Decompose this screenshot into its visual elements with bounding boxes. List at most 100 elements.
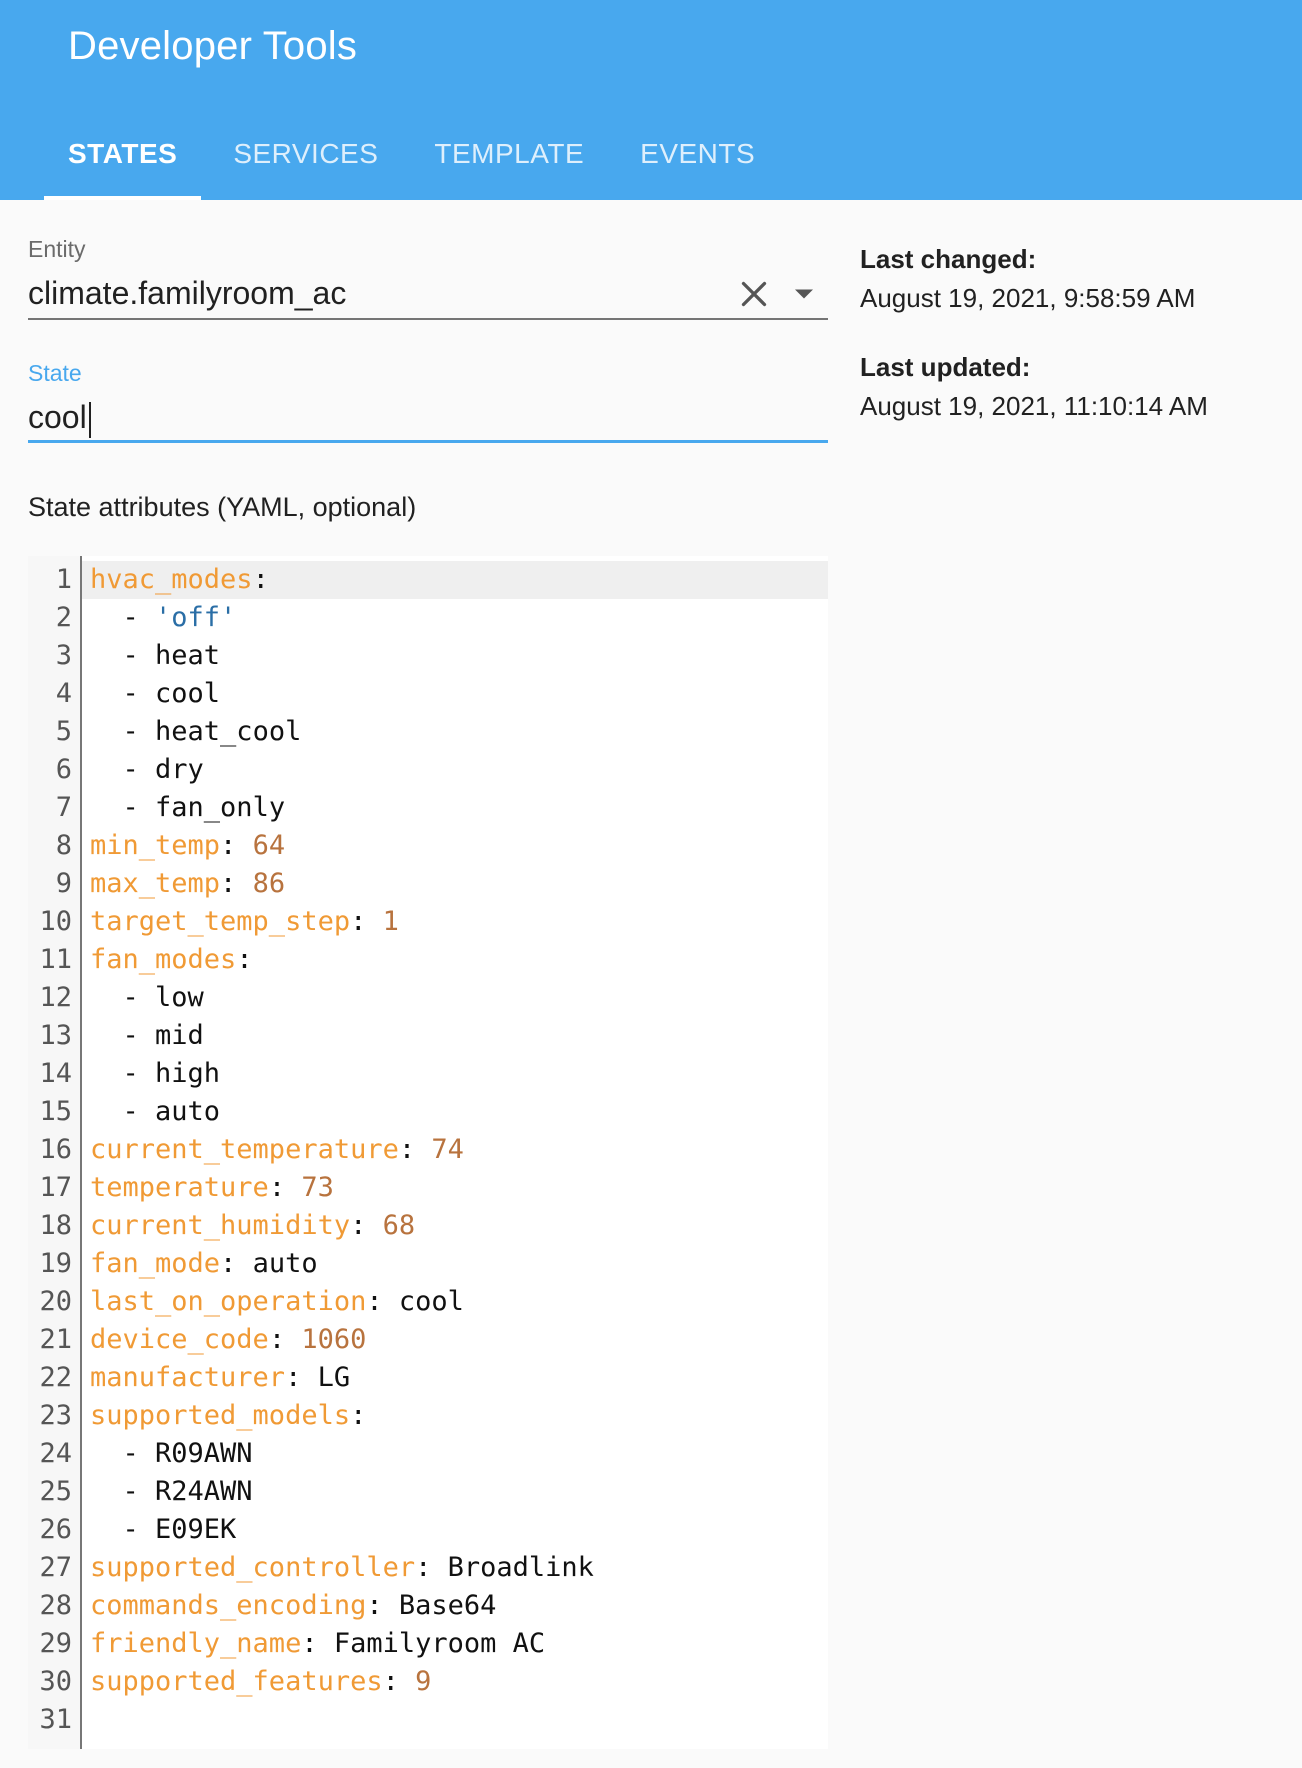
yaml-list-item: low (155, 982, 204, 1013)
line-number: 17 (39, 1172, 72, 1203)
yaml-code-editor[interactable]: 1 hvac_modes: 2 - 'off' 3 - heat 4 - cool 5 -… (28, 556, 828, 1749)
line-number: 13 (39, 1020, 72, 1051)
code-line: 18 current_humidity: 68 (28, 1207, 828, 1245)
code-text: min_temp: 64 (90, 830, 286, 861)
yaml-value: LG (317, 1362, 351, 1393)
entity-input[interactable]: climate.familyroom_ac (28, 273, 828, 313)
close-icon[interactable] (736, 276, 772, 312)
code-text: - heat_cool (90, 716, 302, 747)
line-number: 24 (39, 1438, 72, 1469)
code-text: supported_models: (90, 1400, 367, 1431)
code-line: 30 supported_features: 9 (28, 1663, 828, 1701)
code-line: 15 - auto (28, 1093, 828, 1131)
last-updated: Last updated: August 19, 2021, 11:10:14 … (860, 352, 1280, 422)
code-line: 12 - low (28, 979, 828, 1017)
tab-services[interactable]: SERVICES (209, 128, 402, 200)
yaml-value: 64 (252, 830, 286, 861)
yaml-list-item: E09EK (155, 1514, 237, 1545)
code-text: - heat (90, 640, 221, 671)
code-text: fan_modes: (90, 944, 253, 975)
yaml-key: friendly_name (90, 1628, 302, 1659)
yaml-value: 86 (252, 868, 286, 899)
yaml-key: supported_features (90, 1666, 383, 1697)
code-text: - E09EK (90, 1514, 237, 1545)
code-line: 9 max_temp: 86 (28, 865, 828, 903)
line-number: 27 (39, 1552, 72, 1583)
yaml-value: 1 (382, 906, 399, 937)
yaml-value: 74 (431, 1134, 464, 1165)
code-text: current_humidity: 68 (90, 1210, 416, 1241)
code-line: 25 - R24AWN (28, 1473, 828, 1511)
line-number: 4 (55, 678, 72, 709)
yaml-key: current_humidity (90, 1210, 351, 1241)
yaml-list-item: cool (155, 678, 221, 709)
code-text: fan_mode: auto (90, 1248, 318, 1279)
line-number: 6 (55, 754, 72, 785)
code-text: - high (90, 1058, 221, 1089)
code-line: 1 hvac_modes: (28, 561, 828, 599)
code-line: 21 device_code: 1060 (28, 1321, 828, 1359)
line-number: 5 (55, 716, 72, 747)
state-underline (28, 440, 828, 443)
yaml-key: device_code (90, 1324, 269, 1355)
text-caret (88, 401, 91, 438)
code-text: supported_controller: Broadlink (90, 1552, 594, 1583)
state-field[interactable]: State cool (28, 360, 828, 443)
line-number: 31 (39, 1704, 72, 1735)
yaml-list-item: heat_cool (155, 716, 302, 747)
yaml-value: cool (398, 1286, 464, 1317)
line-number: 20 (39, 1286, 72, 1317)
code-text: - 'off' (90, 602, 237, 633)
line-number: 23 (39, 1400, 72, 1431)
code-line: 11 fan_modes: (28, 941, 828, 979)
last-updated-label: Last updated: (860, 352, 1031, 382)
line-number: 21 (39, 1324, 72, 1355)
code-text: - mid (90, 1020, 204, 1051)
line-number: 8 (55, 830, 72, 861)
entity-field[interactable]: Entity climate.familyroom_ac (28, 236, 828, 320)
tab-bar: STATES SERVICES TEMPLATE EVENTS (44, 128, 787, 200)
tab-events[interactable]: EVENTS (616, 128, 779, 200)
last-changed: Last changed: August 19, 2021, 9:58:59 A… (860, 244, 1280, 314)
code-line: 19 fan_mode: auto (28, 1245, 828, 1283)
code-text: max_temp: 86 (90, 868, 286, 899)
code-text: temperature: 73 (90, 1172, 334, 1203)
page-title: Developer Tools (68, 24, 358, 68)
code-text: - R24AWN (90, 1476, 253, 1507)
yaml-key: commands_encoding (90, 1590, 367, 1621)
code-text: last_on_operation: cool (90, 1286, 464, 1317)
code-line: 16 current_temperature: 74 (28, 1131, 828, 1169)
yaml-key: last_on_operation (90, 1286, 367, 1317)
code-line: 22 manufacturer: LG (28, 1359, 828, 1397)
tab-states[interactable]: STATES (44, 128, 202, 200)
line-number: 19 (39, 1248, 72, 1279)
yaml-key: min_temp (90, 830, 221, 861)
yaml-key: fan_modes (90, 944, 237, 975)
yaml-list-item: mid (155, 1020, 204, 1051)
line-number: 15 (39, 1096, 72, 1127)
code-text: device_code: 1060 (90, 1324, 367, 1355)
code-lines: 1 hvac_modes: 2 - 'off' 3 - heat 4 - cool 5 -… (28, 561, 828, 1739)
code-line: 23 supported_models: (28, 1397, 828, 1435)
code-line: 20 last_on_operation: cool (28, 1283, 828, 1321)
yaml-key: supported_controller (90, 1552, 416, 1583)
code-line: 8 min_temp: 64 (28, 827, 828, 865)
tab-template[interactable]: TEMPLATE (410, 128, 608, 200)
state-input-text: cool (28, 399, 87, 435)
yaml-value: 9 (415, 1666, 432, 1697)
last-changed-value: August 19, 2021, 9:58:59 AM (860, 283, 1196, 313)
code-line: 26 - E09EK (28, 1511, 828, 1549)
yaml-list-item: 'off' (155, 602, 237, 633)
code-text: - R09AWN (90, 1438, 253, 1469)
state-input[interactable]: cool (28, 397, 828, 438)
code-text: - auto (90, 1096, 221, 1127)
code-line: 14 - high (28, 1055, 828, 1093)
yaml-key: hvac_modes (90, 564, 253, 595)
arrow-drop-down-icon[interactable] (786, 280, 822, 308)
line-number: 29 (39, 1628, 72, 1659)
yaml-value: Base64 (398, 1590, 497, 1621)
line-number: 7 (55, 792, 72, 823)
last-changed-label: Last changed: (860, 244, 1037, 274)
code-text: manufacturer: LG (90, 1362, 351, 1393)
line-number: 1 (55, 564, 72, 595)
